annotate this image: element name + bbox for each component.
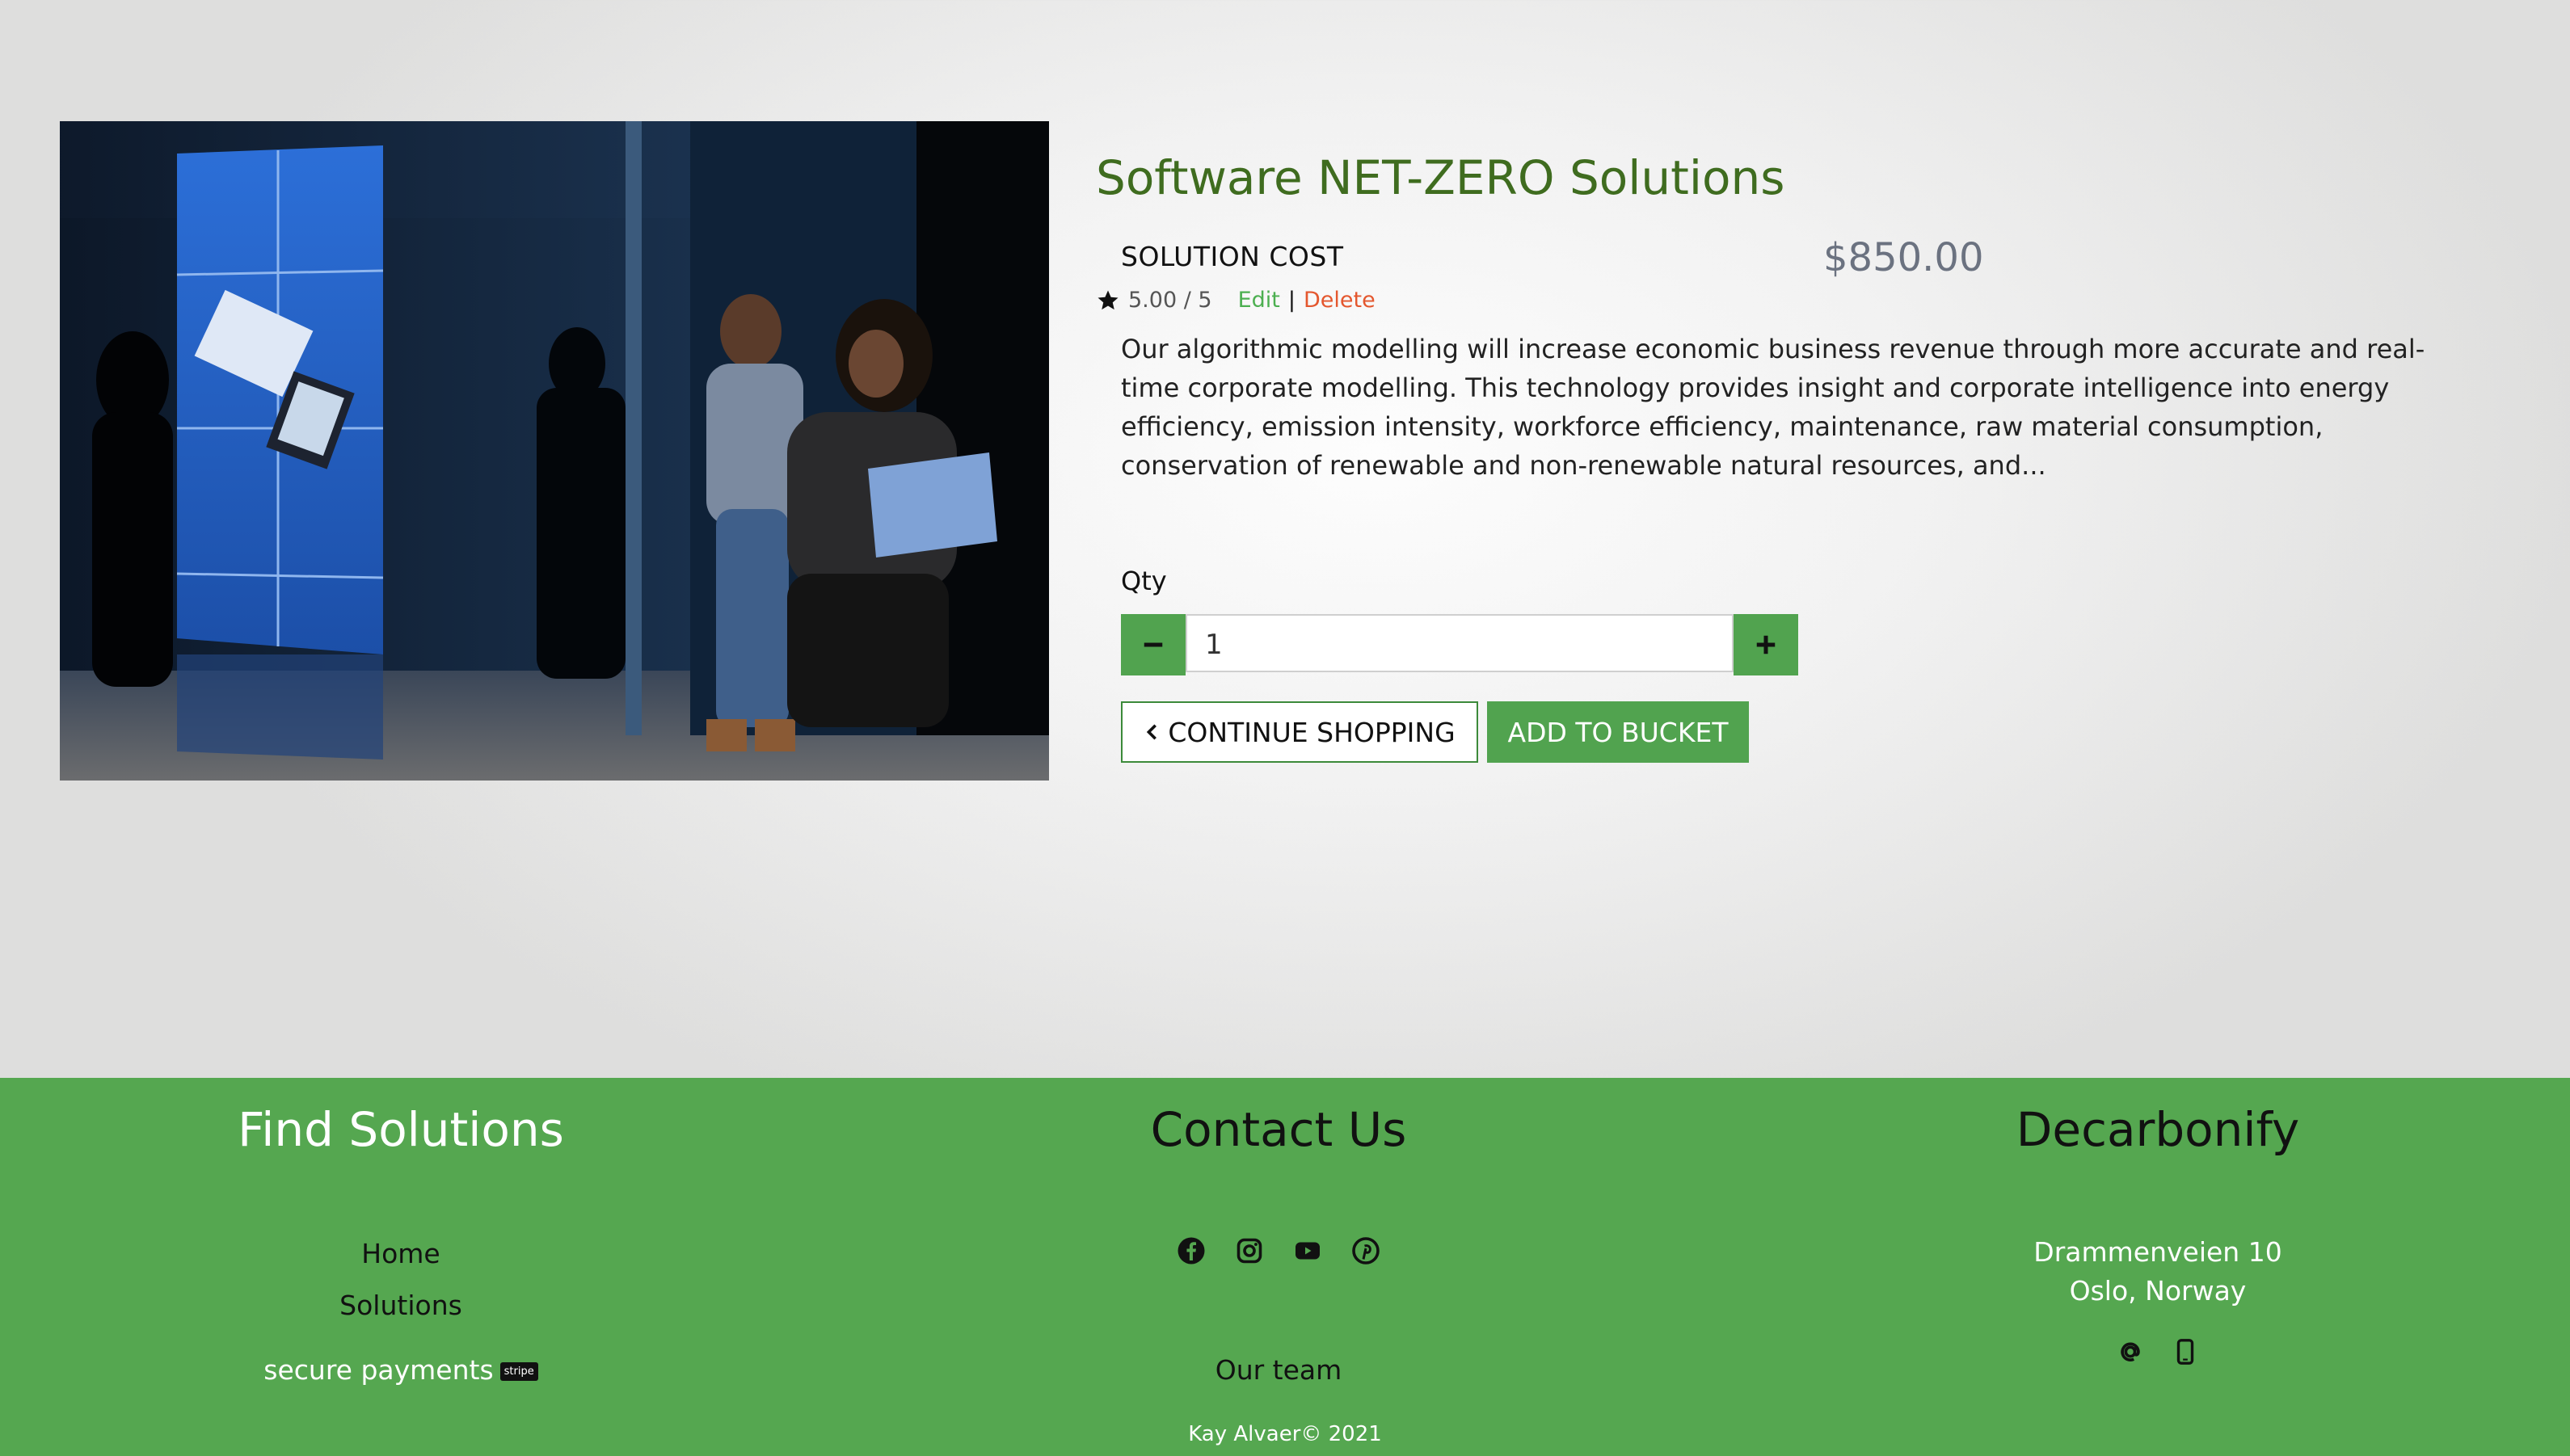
facebook-icon[interactable] [1177, 1236, 1206, 1265]
footer-heading-decarbonify: Decarbonify [2016, 1102, 2300, 1157]
product-detail-section: Software NET-ZERO Solutions SOLUTION COS… [0, 0, 2570, 1078]
delete-link[interactable]: Delete [1304, 288, 1376, 313]
contact-icons [1301, 1338, 2570, 1372]
decrement-button[interactable] [1121, 614, 1186, 675]
solution-cost-label: SOLUTION COST [1121, 241, 1344, 272]
add-to-bucket-button[interactable]: ADD TO BUCKET [1487, 701, 1749, 763]
product-description: Our algorithmic modelling will increase … [1121, 334, 2425, 481]
instagram-icon[interactable] [1235, 1236, 1264, 1265]
address-line-1: Drammenveien 10 [2033, 1236, 2282, 1268]
link-separator: | [1287, 288, 1296, 313]
edit-link[interactable]: Edit [1238, 288, 1280, 313]
quantity-stepper: 1 [1121, 614, 1798, 675]
continue-shopping-label: CONTINUE SHOPPING [1168, 716, 1456, 748]
rating-value: 5.00 / 5 [1128, 288, 1212, 313]
quantity-input[interactable]: 1 [1186, 614, 1734, 672]
at-icon[interactable] [2117, 1338, 2144, 1372]
footer-link-solutions[interactable]: Solutions [0, 1290, 1258, 1321]
qty-label: Qty [1121, 566, 1167, 596]
rating-row: 5.00 / 5 Edit | Delete [1096, 288, 1376, 313]
product-price: $850.00 [1823, 235, 1984, 280]
product-title: Software NET-ZERO Solutions [1096, 150, 1785, 205]
minus-icon [1144, 642, 1163, 647]
plus-icon [1756, 635, 1776, 654]
star-icon [1096, 288, 1120, 313]
phone-icon[interactable] [2172, 1338, 2199, 1372]
site-footer: Find Solutions Home Solutions secure pay… [0, 1078, 2570, 1456]
product-image [60, 121, 1049, 781]
continue-shopping-button[interactable]: CONTINUE SHOPPING [1121, 701, 1478, 763]
copyright: Kay Alvaer© 2021 [1188, 1422, 1382, 1446]
chevron-left-icon [1147, 724, 1157, 740]
address-line-2: Oslo, Norway [2069, 1275, 2247, 1307]
increment-button[interactable] [1734, 614, 1798, 675]
